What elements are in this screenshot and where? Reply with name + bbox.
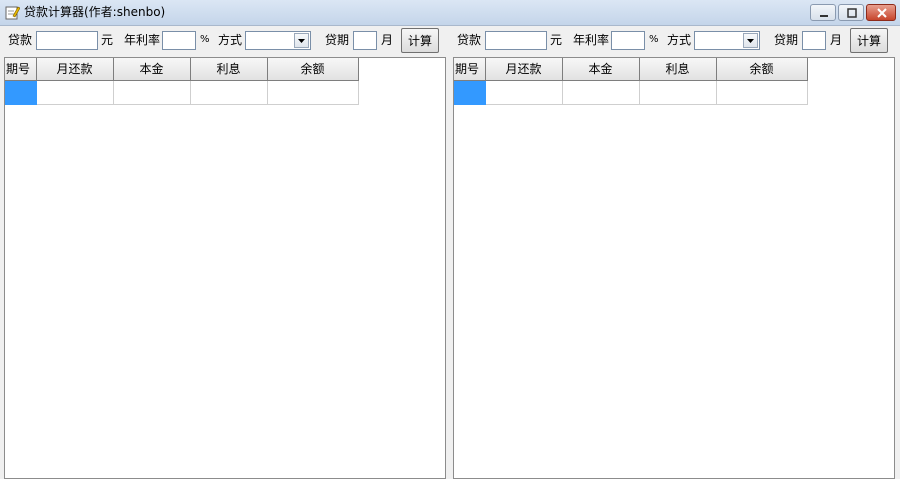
rate-label: 年利率	[124, 33, 161, 47]
term-label: 贷期	[774, 33, 799, 47]
close-icon	[877, 8, 887, 18]
method-select[interactable]	[245, 31, 311, 50]
maximize-button[interactable]	[838, 4, 864, 21]
loan-amount-input[interactable]	[36, 31, 98, 50]
minimize-button[interactable]	[810, 4, 836, 21]
dropdown-arrow-button[interactable]	[294, 33, 309, 48]
column-header-monthly-payment[interactable]: 月还款	[36, 58, 114, 81]
method-label: 方式	[218, 33, 243, 47]
column-header-interest[interactable]: 利息	[190, 58, 268, 81]
rate-input[interactable]	[611, 31, 645, 50]
calculate-button[interactable]: 计算	[401, 28, 439, 53]
grid-header-row: 期号 月还款 本金 利息 余额	[5, 58, 359, 81]
term-unit-label: 月	[381, 33, 394, 47]
chevron-down-icon	[298, 39, 305, 43]
loan-amount-input[interactable]	[485, 31, 547, 50]
calculate-button[interactable]: 计算	[850, 28, 888, 53]
notepad-pencil-icon	[5, 6, 20, 20]
rate-input[interactable]	[162, 31, 196, 50]
rate-label: 年利率	[573, 33, 610, 47]
grid-cell[interactable]	[639, 80, 717, 105]
loan-unit-label: 元	[550, 33, 563, 47]
term-input[interactable]	[353, 31, 377, 50]
schedule-grid[interactable]: 期号 月还款 本金 利息 余额	[4, 57, 446, 479]
minimize-icon	[820, 15, 828, 17]
maximize-icon	[847, 8, 857, 18]
column-header-monthly-payment[interactable]: 月还款	[485, 58, 563, 81]
rate-unit-label: %	[649, 34, 659, 45]
grid-cell[interactable]	[267, 80, 359, 105]
grid-cell[interactable]	[485, 80, 563, 105]
loan-label: 贷款	[457, 33, 482, 47]
column-header-balance[interactable]: 余额	[267, 58, 359, 81]
grid-cell-selected[interactable]	[5, 80, 37, 105]
table-row[interactable]	[5, 80, 359, 105]
loan-label: 贷款	[8, 33, 33, 47]
table-row[interactable]	[454, 80, 808, 105]
grid-cell[interactable]	[190, 80, 268, 105]
term-label: 贷期	[325, 33, 350, 47]
window-title: 贷款计算器(作者:shenbo)	[24, 5, 166, 19]
schedule-grid[interactable]: 期号 月还款 本金 利息 余额	[453, 57, 895, 479]
title-bar[interactable]: 贷款计算器(作者:shenbo)	[0, 0, 900, 26]
method-select[interactable]	[694, 31, 760, 50]
loan-unit-label: 元	[101, 33, 114, 47]
column-header-balance[interactable]: 余额	[716, 58, 808, 81]
grid-cell[interactable]	[113, 80, 191, 105]
column-header-principal[interactable]: 本金	[562, 58, 640, 81]
term-unit-label: 月	[830, 33, 843, 47]
term-input[interactable]	[802, 31, 826, 50]
column-header-period[interactable]: 期号	[454, 58, 486, 81]
calculator-panel-left: 贷款 元 年利率 % 方式 贷期 月 计算 期号 月还款 本金 利息 余额	[2, 26, 448, 479]
chevron-down-icon	[747, 39, 754, 43]
rate-unit-label: %	[200, 34, 210, 45]
grid-cell[interactable]	[36, 80, 114, 105]
grid-header-row: 期号 月还款 本金 利息 余额	[454, 58, 808, 81]
grid-cell[interactable]	[716, 80, 808, 105]
method-label: 方式	[667, 33, 692, 47]
column-header-interest[interactable]: 利息	[639, 58, 717, 81]
calculator-panel-right: 贷款 元 年利率 % 方式 贷期 月 计算 期号 月还款 本金 利息 余额	[451, 26, 897, 479]
column-header-principal[interactable]: 本金	[113, 58, 191, 81]
close-button[interactable]	[866, 4, 896, 21]
grid-cell[interactable]	[562, 80, 640, 105]
dropdown-arrow-button[interactable]	[743, 33, 758, 48]
column-header-period[interactable]: 期号	[5, 58, 37, 81]
grid-cell-selected[interactable]	[454, 80, 486, 105]
